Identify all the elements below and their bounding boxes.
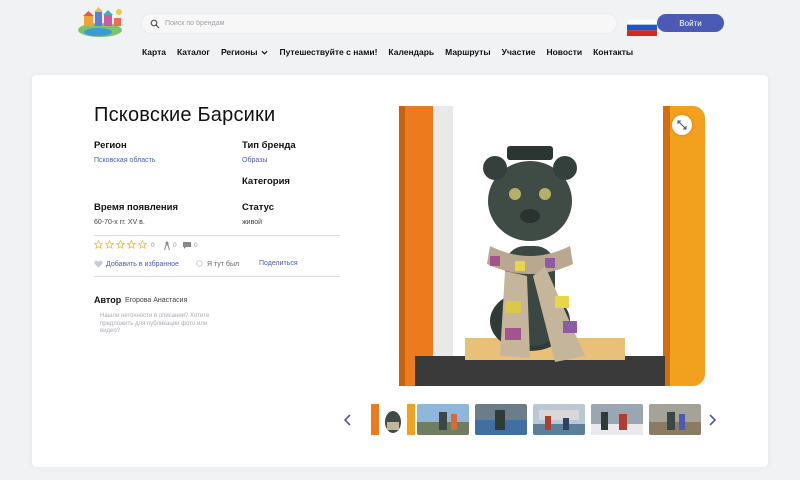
nav-label: Новости: [546, 47, 583, 57]
brand-card: Псковские Барсики Регион Псковская облас…: [32, 75, 768, 467]
nav-item-catalog[interactable]: Каталог: [177, 47, 210, 57]
category-label: Категория: [242, 176, 290, 187]
nav-label: Карта: [142, 47, 166, 57]
star-icon[interactable]: [116, 240, 125, 249]
divider: [94, 276, 340, 277]
search-icon: [150, 19, 160, 28]
region-label: Регион: [94, 140, 127, 151]
gallery-thumbnail[interactable]: [475, 404, 527, 435]
fullscreen-button[interactable]: [672, 115, 692, 135]
gallery-thumbnail[interactable]: [417, 404, 469, 435]
share-label: Поделиться: [259, 260, 298, 267]
nav-label: Путешествуйте с нами!: [279, 47, 378, 57]
rating-count: 0: [151, 242, 155, 249]
divider: [94, 235, 340, 236]
share-button[interactable]: Поделиться: [259, 260, 298, 267]
gallery-thumbnail[interactable]: [367, 404, 419, 435]
status-value: живой: [242, 219, 263, 226]
feedback-note[interactable]: Нашли неточности в описании? Хотите пред…: [100, 313, 220, 336]
nav-label: Каталог: [177, 47, 210, 57]
nav-item-contacts[interactable]: Контакты: [593, 47, 633, 57]
nav-item-regions[interactable]: Регионы: [221, 47, 269, 57]
nav-label: Контакты: [593, 47, 634, 57]
gallery-thumbnail[interactable]: [649, 404, 701, 435]
gallery-thumbnail[interactable]: [591, 404, 643, 435]
time-label: Время появления: [94, 202, 179, 213]
nav-item-news[interactable]: Новости: [546, 47, 582, 57]
comments-count: 0: [194, 242, 198, 249]
expand-icon: [677, 120, 687, 130]
star-icon[interactable]: [94, 240, 103, 249]
comment-icon: [183, 242, 191, 249]
heart-icon: [94, 260, 103, 268]
nav-item-routes[interactable]: Маршруты: [445, 47, 491, 57]
main-photo[interactable]: [355, 106, 705, 386]
nav-label: Участие: [501, 47, 536, 57]
russian-flag-icon[interactable]: [626, 18, 658, 36]
nav-label: Регионы: [220, 47, 258, 57]
nav-label: Маршруты: [445, 47, 491, 57]
chevron-right-icon[interactable]: [707, 413, 717, 427]
author-label: Автор: [94, 295, 122, 305]
visits-count: 0: [173, 242, 177, 249]
nav-item-map[interactable]: Карта: [142, 47, 166, 57]
visitor-icon: [164, 241, 170, 250]
been-here-button[interactable]: Я тут был: [195, 260, 239, 268]
add-favorite-label: Добавить в избранное: [106, 260, 179, 268]
nav-item-participation[interactable]: Участие: [502, 47, 536, 57]
brand-type-label: Тип бренда: [242, 140, 296, 151]
page-title: Псковские Барсики: [94, 104, 276, 126]
region-link[interactable]: Псковская область: [94, 157, 155, 164]
been-here-label: Я тут был: [207, 260, 240, 268]
status-label: Статус: [242, 202, 275, 213]
main-nav: Карта Каталог Регионы Путешествуйте с на…: [142, 45, 633, 59]
nav-label: Календарь: [388, 47, 435, 57]
site-logo[interactable]: [74, 6, 130, 38]
star-icon[interactable]: [105, 240, 114, 249]
nav-item-travel[interactable]: Путешествуйте с нами!: [279, 47, 377, 57]
nav-item-calendar[interactable]: Календарь: [388, 47, 434, 57]
chevron-left-icon[interactable]: [343, 413, 353, 427]
star-rating[interactable]: [94, 240, 147, 249]
author-name: Егорова Анастасия: [125, 297, 188, 304]
search-bar[interactable]: [141, 13, 617, 34]
chevron-down-icon: [261, 50, 269, 55]
star-icon[interactable]: [127, 240, 136, 249]
login-button[interactable]: Войти: [657, 14, 724, 32]
add-favorite-button[interactable]: Добавить в избранное: [94, 260, 179, 268]
pin-icon: [196, 260, 203, 267]
search-input[interactable]: [163, 19, 587, 28]
time-value: 60-70-х гг. XV в.: [94, 219, 145, 226]
star-icon[interactable]: [138, 240, 147, 249]
brand-type-link[interactable]: Образы: [242, 157, 267, 164]
gallery-thumbnail[interactable]: [533, 404, 585, 435]
